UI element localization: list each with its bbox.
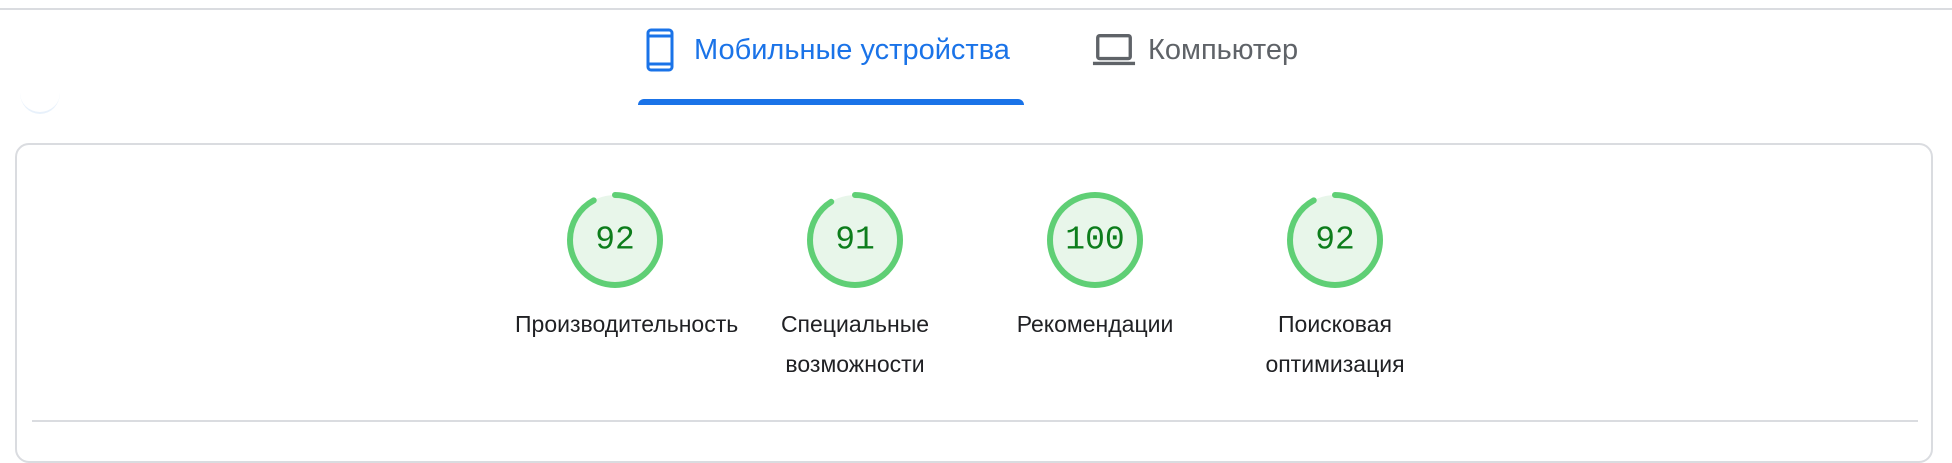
score-gauge-ring: 92: [1287, 192, 1383, 288]
smartphone-icon: [638, 28, 682, 72]
score-value: 100: [1065, 222, 1124, 259]
tab-mobile[interactable]: Мобильные устройства: [638, 28, 1024, 106]
score-gauge-ring: 92: [567, 192, 663, 288]
decorative-arc: [20, 72, 60, 114]
tab-desktop-label: Компьютер: [1148, 34, 1299, 66]
score-label: Поисковая оптимизация: [1235, 304, 1435, 384]
score-gauge-accessibility[interactable]: 91 Специальные возможности: [755, 190, 955, 384]
score-label-line: Поисковая: [1278, 311, 1392, 337]
tab-desktop[interactable]: Компьютер: [1092, 28, 1322, 106]
score-value: 91: [835, 222, 875, 259]
tab-mobile-label: Мобильные устройства: [694, 34, 1010, 66]
score-gauge-best-practices[interactable]: 100 Рекомендации: [995, 190, 1195, 344]
score-label: Производительность: [515, 304, 738, 344]
score-label-line: Специальные: [780, 311, 930, 337]
score-value: 92: [1315, 222, 1355, 259]
laptop-icon: [1092, 28, 1136, 72]
score-label: Рекомендации: [995, 304, 1195, 344]
score-gauge-performance[interactable]: 92 Производительность: [515, 190, 738, 344]
active-tab-indicator: [638, 99, 1024, 105]
score-label-line: Производительность: [515, 311, 739, 337]
score-label: Специальные возможности: [755, 304, 955, 384]
score-gauge-ring: 91: [807, 192, 903, 288]
scores-card: [15, 143, 1933, 463]
device-tabs: Мобильные устройства Компьютер: [0, 10, 1952, 106]
section-divider: [32, 420, 1918, 422]
score-gauge-seo[interactable]: 92 Поисковая оптимизация: [1235, 190, 1435, 384]
score-label-line: оптимизация: [1265, 351, 1405, 377]
score-label-line: возможности: [785, 351, 925, 377]
score-label-line: Рекомендации: [1016, 311, 1174, 337]
score-gauge-ring: 100: [1047, 192, 1143, 288]
score-value: 92: [595, 222, 635, 259]
